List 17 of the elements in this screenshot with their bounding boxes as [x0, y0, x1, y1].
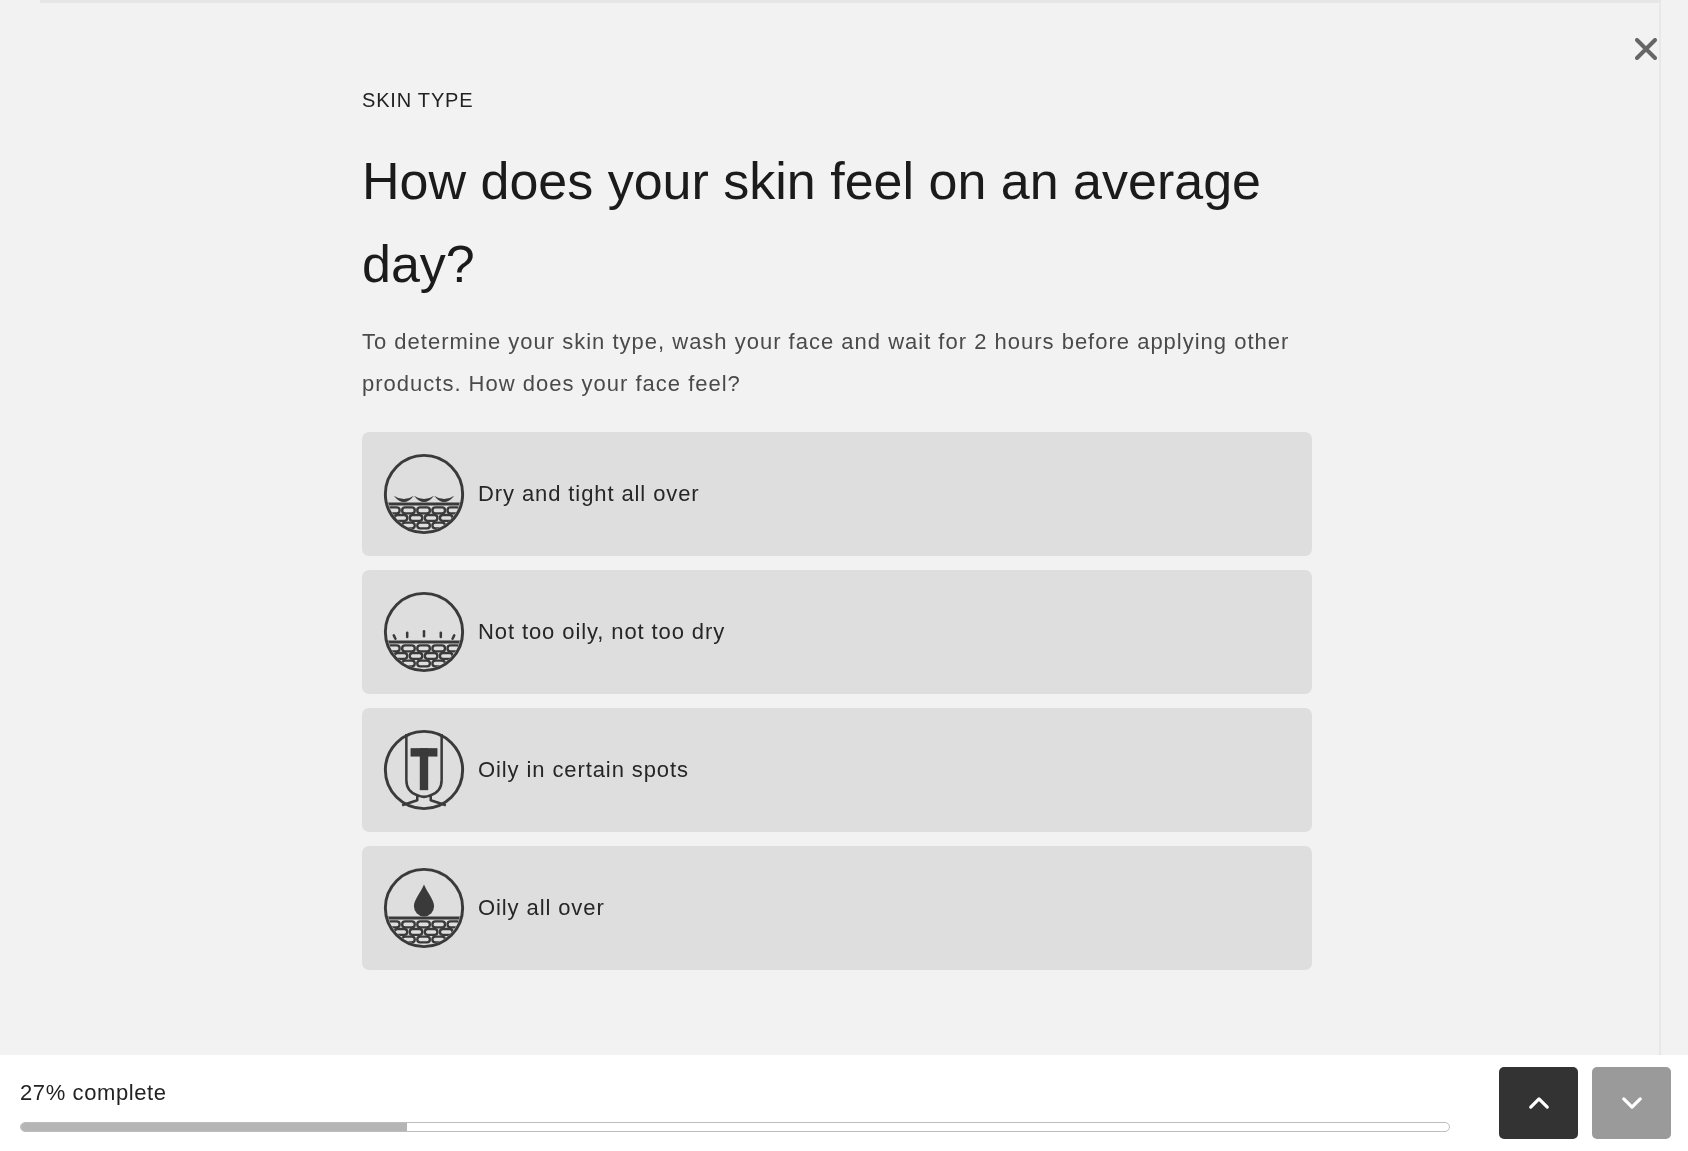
close-icon [1635, 38, 1657, 60]
answer-option[interactable]: Oily in certain spots [362, 708, 1312, 832]
chevron-down-icon [1620, 1095, 1643, 1111]
answer-option[interactable]: Oily all over [362, 846, 1312, 970]
chevron-up-icon [1527, 1095, 1550, 1111]
progress-label: 27% complete [20, 1080, 167, 1106]
close-button[interactable] [1635, 38, 1657, 60]
up-button[interactable] [1499, 1067, 1578, 1139]
t-zone-face-icon [382, 728, 466, 812]
question-heading: How does your skin feel on an average day? [362, 151, 1262, 295]
instructions-text: To determine your skin type, wash your face and wait for 2 hours before applying other products. How does your face feel? [362, 328, 1291, 398]
oil-drop-icon [382, 866, 466, 950]
skin-pores-icon [382, 590, 466, 674]
answer-option[interactable]: Dry and tight all over [362, 432, 1312, 556]
section-label: SKIN TYPE [362, 88, 475, 112]
dry-skin-icon [382, 452, 466, 536]
answer-option[interactable]: Not too oily, not too dry [362, 570, 1312, 694]
